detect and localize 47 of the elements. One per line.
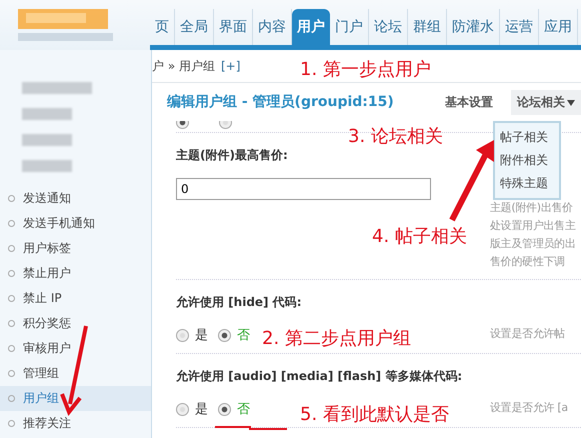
nav-tab[interactable]: 页 bbox=[150, 9, 175, 45]
radio-label: 否 bbox=[237, 401, 250, 418]
field-description: 设置是否允许 [a bbox=[489, 400, 568, 416]
annotation-text: 2. 第二步点用户组 bbox=[262, 327, 411, 350]
field-description: 版主及管理员的出 bbox=[489, 236, 576, 252]
nav-tab[interactable]: 运营 bbox=[500, 9, 539, 45]
field-label: 允许使用 [audio] [media] [flash] 等多媒体代码: bbox=[176, 368, 462, 385]
annotation-text: 1. 第一步点用户 bbox=[300, 58, 431, 81]
menu-item[interactable]: 附件相关 bbox=[495, 149, 559, 172]
field-description: 设置是否允许帖 bbox=[489, 326, 565, 342]
nav-tab[interactable]: 论坛 bbox=[369, 9, 408, 45]
radio-label: 是 bbox=[195, 401, 208, 418]
field-description: 售价的硬性下调 bbox=[489, 254, 566, 270]
nav-tab[interactable]: 防灌水 bbox=[447, 9, 500, 45]
sidebar-item[interactable]: 积分奖惩 bbox=[0, 311, 151, 336]
field-label: 允许使用 [hide] 代码: bbox=[176, 294, 302, 311]
nav-tab[interactable]: 界面 bbox=[214, 9, 253, 45]
sidebar-item[interactable]: 用户标签 bbox=[0, 236, 151, 261]
sidebar-item[interactable]: 发送手机通知 bbox=[0, 211, 151, 236]
sidebar-item[interactable]: 审核用户 bbox=[0, 336, 151, 361]
nav-tab[interactable]: 群组 bbox=[408, 9, 447, 45]
field-description: 处设置用户出售主 bbox=[489, 218, 576, 234]
sidebar-item[interactable]: 禁止 IP bbox=[0, 286, 151, 311]
page-title: 编辑用户组 - 管理员(groupid:15) bbox=[167, 93, 395, 111]
annotation-text: 4. 帖子相关 bbox=[372, 225, 467, 248]
radio-label: 否 bbox=[237, 327, 250, 344]
sidebar-item[interactable]: 推荐关注 bbox=[0, 411, 151, 436]
sidebar-item[interactable]: 管理组 bbox=[0, 361, 151, 386]
sidebar-item[interactable]: 禁止用户 bbox=[0, 261, 151, 286]
nav-tab[interactable]: 应用 bbox=[539, 9, 578, 45]
input-field[interactable]: 0 bbox=[176, 178, 431, 200]
annotation-text: 3. 论坛相关 bbox=[348, 125, 443, 148]
field-description: 主题(附件)出售价 bbox=[489, 200, 574, 216]
radio-label: 是 bbox=[195, 327, 208, 344]
sidebar-item[interactable]: 发送通知 bbox=[0, 186, 151, 211]
menu-item[interactable]: 特殊主题 bbox=[495, 172, 559, 195]
sidebar-item[interactable]: 用户组 bbox=[0, 386, 151, 411]
nav-tab[interactable]: 全局 bbox=[175, 9, 214, 45]
add-link[interactable]: [+] bbox=[220, 59, 240, 73]
field-label: 主题(附件)最高售价: bbox=[176, 147, 288, 164]
nav-tab[interactable]: 用户 bbox=[292, 9, 330, 45]
page-tab[interactable]: 基本设置 bbox=[439, 90, 499, 114]
page-tab[interactable]: 论坛相关 bbox=[511, 90, 581, 114]
annotation-text: 5. 看到此默认是否 bbox=[300, 403, 449, 426]
nav-tab[interactable]: 门户 bbox=[330, 9, 369, 45]
menu-item[interactable]: 帖子相关 bbox=[495, 126, 559, 149]
breadcrumb: 户 » 用户组 bbox=[152, 58, 215, 74]
